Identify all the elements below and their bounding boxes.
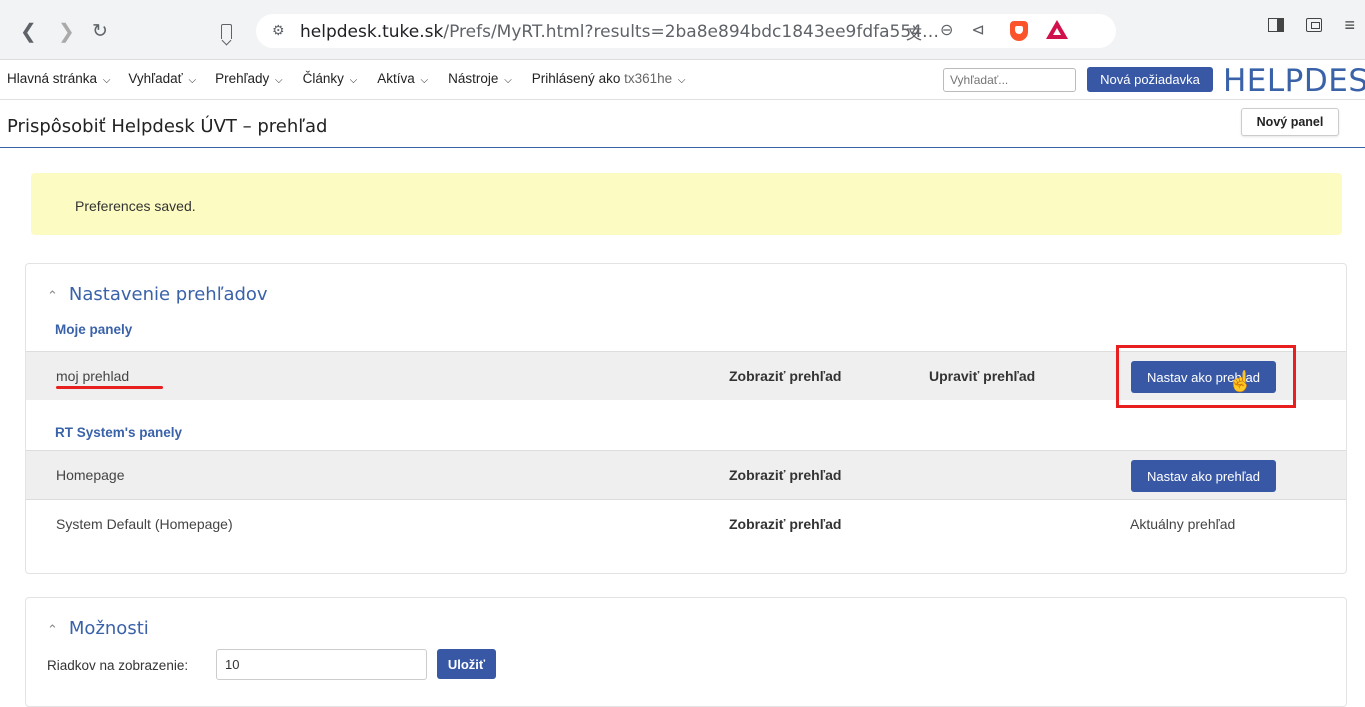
menu-item-label: Prehľady — [215, 71, 270, 86]
logged-in-label: Prihlásený ako — [531, 71, 621, 86]
forward-icon[interactable]: ❯ — [58, 22, 75, 42]
menu-item-articles[interactable]: Články ⌵ — [303, 71, 358, 86]
chevron-down-icon: ⌵ — [188, 75, 197, 86]
address-bar[interactable]: ⚙ helpdesk.tuke.sk/Prefs/MyRT.html?resul… — [256, 14, 1116, 48]
menu-item-label: Nástroje — [448, 71, 499, 86]
menu-item-label: Vyhľadať — [128, 71, 183, 86]
table-row: moj prehlad Zobraziť prehľad Upraviť pre… — [26, 345, 1346, 408]
brave-shields-icon[interactable] — [1010, 21, 1028, 41]
url-domain: helpdesk.tuke.sk — [300, 22, 444, 42]
menu-item-assets[interactable]: Aktíva ⌵ — [377, 71, 428, 86]
save-button[interactable]: Uložiť — [437, 649, 496, 679]
system-panels-label: RT System's panely — [55, 425, 183, 440]
edit-dashboard-link[interactable]: Upraviť prehľad — [929, 368, 1035, 384]
menu-icon[interactable]: ≡ — [1344, 16, 1355, 34]
page-header: Prispôsobiť Helpdesk ÚVT – prehľad Nový … — [0, 100, 1365, 148]
show-dashboard-link[interactable]: Zobraziť prehľad — [729, 467, 841, 483]
page-title: Prispôsobiť Helpdesk ÚVT – prehľad — [7, 116, 328, 137]
translate-icon[interactable]: 文 — [906, 20, 922, 44]
share-icon[interactable]: ⊲ — [971, 20, 984, 44]
menu-item-logged-in[interactable]: Prihlásený ako tx361he ⌵ — [532, 71, 686, 86]
reload-icon[interactable]: ↻ — [92, 22, 108, 41]
menu-item-reports[interactable]: Prehľady ⌵ — [215, 71, 283, 86]
brave-rewards-icon[interactable] — [1046, 20, 1068, 39]
menu-item-label: Aktíva — [377, 71, 415, 86]
new-ticket-button[interactable]: Nová požiadavka — [1087, 67, 1213, 92]
helpdesk-logo[interactable]: HELPDESK — [1223, 63, 1365, 99]
show-dashboard-link[interactable]: Zobraziť prehľad — [729, 368, 841, 384]
chevron-down-icon: ⌵ — [349, 75, 358, 86]
chevron-down-icon: ⌵ — [677, 75, 686, 86]
menu-item-home[interactable]: Hlavná stránka ⌵ — [7, 71, 110, 86]
url-text[interactable]: helpdesk.tuke.sk/Prefs/MyRT.html?results… — [300, 22, 939, 42]
menu-item-tools[interactable]: Nástroje ⌵ — [448, 71, 512, 86]
current-dashboard-status: Aktuálny prehľad — [1130, 516, 1236, 532]
set-default-button[interactable]: Nastav ako prehľad — [1131, 460, 1276, 492]
chevron-down-icon: ⌵ — [275, 75, 283, 86]
site-settings-icon[interactable]: ⚙ — [272, 22, 285, 39]
show-dashboard-link[interactable]: Zobraziť prehľad — [729, 516, 841, 532]
menu-item-label: Články — [302, 71, 344, 86]
dashboards-card: ⌃ Nastavenie prehľadov Moje panely moj pr… — [25, 263, 1347, 574]
table-row: Homepage Zobraziť prehľad Nastav ako pre… — [26, 450, 1346, 499]
success-alert: Preferences saved. — [31, 173, 1342, 235]
dashboards-card-title[interactable]: ⌃ Nastavenie prehľadov — [47, 284, 268, 305]
browser-right-icons: ≡ — [1268, 16, 1355, 34]
options-card-title[interactable]: ⌃ Možnosti — [47, 618, 149, 639]
hand-cursor-icon: ☝ — [1228, 371, 1253, 393]
panel-name: System Default (Homepage) — [56, 516, 233, 532]
chevron-up-icon[interactable]: ⌃ — [47, 623, 58, 638]
chevron-up-icon[interactable]: ⌃ — [47, 289, 58, 304]
menu-item-label: Hlavná stránka — [7, 71, 98, 86]
new-panel-button[interactable]: Nový panel — [1241, 108, 1339, 136]
menu-item-search[interactable]: Vyhľadať ⌵ — [128, 71, 196, 86]
panel-name: Homepage — [56, 467, 125, 483]
back-icon[interactable]: ❮ — [20, 22, 37, 42]
table-row: System Default (Homepage) Zobraziť prehľ… — [26, 499, 1346, 548]
alert-text: Preferences saved. — [75, 198, 196, 214]
bookmark-icon[interactable] — [221, 24, 232, 39]
main-menu: Hlavná stránka ⌵ Vyhľadať ⌵ Prehľady ⌵ Č… — [7, 71, 686, 86]
card-title-text: Nastavenie prehľadov — [68, 284, 268, 305]
annotation-underline — [56, 386, 163, 389]
zoom-icon[interactable]: ⊖ — [940, 20, 953, 44]
chevron-down-icon: ⌵ — [102, 75, 111, 86]
rt-top-nav: Hlavná stránka ⌵ Vyhľadať ⌵ Prehľady ⌵ Č… — [0, 60, 1365, 100]
browser-toolbar: ❮ ❯ ↻ ⚙ helpdesk.tuke.sk/Prefs/MyRT.html… — [0, 0, 1365, 60]
chevron-down-icon: ⌵ — [420, 75, 429, 86]
sidebar-icon[interactable] — [1268, 18, 1285, 32]
username: tx361he — [624, 71, 673, 86]
rows-per-page-input[interactable] — [216, 649, 427, 680]
address-bar-icons: 文 ⊖ ⊲ — [906, 20, 985, 44]
quick-search-input[interactable] — [943, 68, 1076, 92]
panel-name: moj prehlad — [56, 368, 130, 384]
my-panels-label: Moje panely — [55, 322, 133, 337]
options-card: ⌃ Možnosti Riadkov na zobrazenie: Uložiť — [25, 597, 1347, 707]
rows-per-page-label: Riadkov na zobrazenie: — [47, 658, 189, 673]
chevron-down-icon: ⌵ — [504, 75, 512, 86]
wallet-icon[interactable] — [1306, 18, 1323, 32]
card-title-text: Možnosti — [68, 618, 149, 639]
url-path: /Prefs/MyRT.html?results=2ba8e894bdc1843… — [443, 22, 939, 42]
set-default-button[interactable]: Nastav ako prehľad — [1131, 361, 1276, 393]
